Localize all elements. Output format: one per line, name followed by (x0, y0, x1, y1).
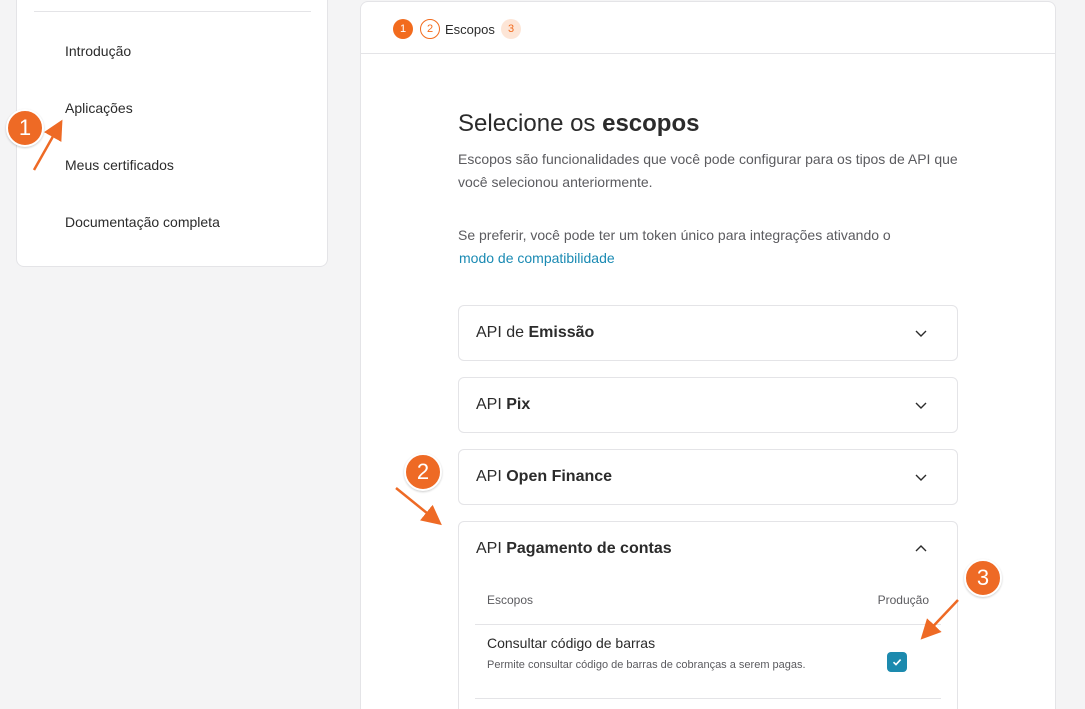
page-title: Selecione os escopos (458, 110, 699, 138)
accordion-title-prefix: API (476, 540, 507, 557)
production-checkbox[interactable] (887, 652, 907, 672)
page-description: Escopos são funcionalidades que você pod… (458, 151, 958, 190)
sidebar: Introdução Aplicações Meus certificados … (16, 0, 328, 267)
sidebar-item-aplicacoes[interactable]: Aplicações (65, 100, 133, 116)
scope-description: Permite consultar código de barras de co… (487, 659, 806, 671)
compat-mode-link[interactable]: modo de compatibilidade (459, 250, 615, 266)
annotation-badge-3: 3 (964, 559, 1002, 597)
accordion-title: API Pagamento de contas (476, 540, 672, 558)
accordion-title-name: Pix (506, 396, 531, 413)
accordion-api-emissao[interactable]: API de Emissão (458, 305, 958, 361)
stepper: 1 2 Escopos 3 (361, 2, 1055, 54)
chevron-down-icon (915, 474, 927, 481)
accordion-title-prefix: API (476, 396, 507, 413)
accordion-title: API de Emissão (476, 324, 594, 342)
accordion-api-pagamento-de-contas: API Pagamento de contas Escopos Produção… (458, 521, 958, 709)
accordion-title-name: Emissão (528, 324, 595, 341)
accordion-title-prefix: API (476, 468, 507, 485)
main-panel: 1 2 Escopos 3 Selecione os escopos Escop… (360, 1, 1056, 709)
page-title-bold: escopos (602, 110, 700, 137)
sidebar-item-documentacao-completa[interactable]: Documentação completa (65, 214, 220, 230)
column-header-escopos: Escopos (487, 593, 534, 607)
accordion-api-pix[interactable]: API Pix (458, 377, 958, 433)
accordion-title-name: Open Finance (506, 468, 613, 485)
compat-notice: Se preferir, você pode ter um token únic… (458, 224, 968, 270)
annotation-badge-2: 2 (404, 453, 442, 491)
accordion-api-open-finance[interactable]: API Open Finance (458, 449, 958, 505)
scopes-table-header: Escopos Produção (475, 592, 941, 625)
chevron-down-icon (915, 330, 927, 337)
accordion-title: API Pix (476, 396, 530, 414)
chevron-up-icon (915, 545, 927, 552)
step-2-label: Escopos (445, 22, 495, 37)
check-icon (892, 659, 902, 666)
column-header-producao: Produção (877, 593, 929, 607)
compat-text: Se preferir, você pode ter um token únic… (458, 227, 891, 243)
sidebar-item-introducao[interactable]: Introdução (65, 43, 131, 59)
step-3-indicator[interactable]: 3 (501, 19, 521, 39)
sidebar-divider (34, 11, 311, 12)
step-1-indicator[interactable]: 1 (393, 19, 413, 39)
annotation-badge-1: 1 (6, 109, 44, 147)
scope-name: Consultar código de barras (487, 635, 656, 651)
page-title-light: Selecione os (458, 110, 603, 137)
step-2-indicator[interactable]: 2 (420, 19, 440, 39)
chevron-down-icon (915, 402, 927, 409)
accordion-title-prefix: API de (476, 324, 529, 341)
sidebar-item-meus-certificados[interactable]: Meus certificados (65, 157, 174, 173)
accordion-header[interactable]: API Pagamento de contas (459, 522, 957, 578)
table-row: Consultar código de barras Permite consu… (475, 625, 941, 699)
accordion-title-name: Pagamento de contas (506, 540, 672, 557)
accordion-title: API Open Finance (476, 468, 612, 486)
